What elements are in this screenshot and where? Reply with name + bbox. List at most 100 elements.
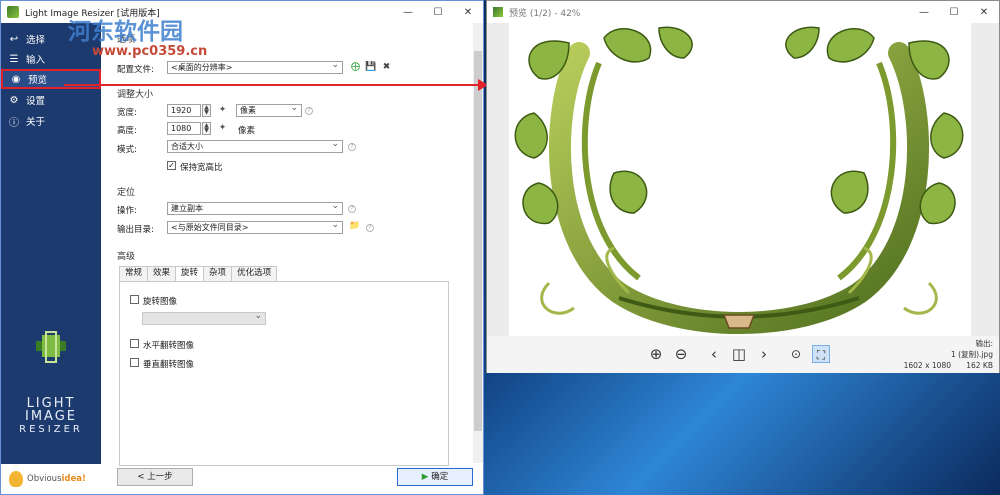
- rotate-angle-select[interactable]: [142, 311, 266, 325]
- wreath-illustration: [514, 26, 964, 334]
- preview-window: 预览 (1/2) - 42% — ☐ ✕ ⊕ ⊖ ‹ ◫ › ⊙ ⛶ 输出: 1…: [486, 0, 1000, 373]
- rotate-checkbox[interactable]: [130, 295, 139, 304]
- flip-horizontal-checkbox[interactable]: [130, 339, 139, 348]
- preview-image[interactable]: [509, 23, 971, 336]
- sidebar-item-label: 预览: [28, 75, 48, 86]
- file-size: 162 KB: [966, 361, 993, 370]
- vendor-name-suffix: idea!: [61, 474, 86, 484]
- sidebar: ↩ 选择 ☰ 输入 ◉ 预览 ⚙ 设置 ⓘ 关于 LIGHT IMAGE RES…: [1, 23, 101, 494]
- prev-icon[interactable]: ‹: [705, 345, 723, 363]
- lightbulb-icon: [9, 471, 23, 487]
- compare-icon[interactable]: ◫: [730, 345, 748, 363]
- rotate-label: 旋转图像: [143, 297, 178, 307]
- sidebar-item-preview[interactable]: ◉ 预览: [1, 69, 101, 89]
- output-label: 输出:: [975, 339, 993, 348]
- fit-icon[interactable]: ⛶: [812, 345, 830, 363]
- height-unit-label: 像素: [238, 126, 256, 136]
- vendor-name: Obvious: [27, 474, 62, 484]
- tab-optimize[interactable]: 优化选项: [231, 266, 278, 281]
- tab-misc[interactable]: 杂项: [203, 266, 233, 281]
- minimize-button[interactable]: —: [393, 1, 423, 23]
- profile-select[interactable]: <桌面的分辨率>: [167, 60, 343, 74]
- minimize-button[interactable]: —: [909, 1, 939, 23]
- gear-icon: ⚙: [9, 94, 19, 106]
- magic-wand-icon[interactable]: ✦: [217, 123, 228, 134]
- unit-select[interactable]: 像素: [236, 103, 302, 117]
- logo-mark-icon: [36, 331, 66, 363]
- mode-label: 模式:: [117, 145, 137, 155]
- keep-ratio-label: 保持宽高比: [180, 163, 223, 173]
- sidebar-item-about[interactable]: ⓘ 关于: [1, 111, 101, 131]
- magic-wand-icon[interactable]: ✦: [217, 105, 228, 116]
- width-input[interactable]: 1920: [167, 104, 201, 117]
- action-select[interactable]: 建立副本: [167, 201, 343, 215]
- options-panel: 选项 配置文件: <桌面的分辨率> ⨁ 💾 ✖ 调整大小 宽度: 1920 ▲▼…: [101, 23, 473, 494]
- height-input[interactable]: 1080: [167, 122, 201, 135]
- maximize-button[interactable]: ☐: [939, 1, 969, 23]
- sidebar-item-label: 设置: [26, 96, 46, 107]
- maximize-button[interactable]: ☐: [423, 1, 453, 23]
- app-icon: [493, 7, 503, 17]
- save-icon[interactable]: 💾: [365, 62, 376, 73]
- logo-line-2: IMAGE: [24, 409, 77, 424]
- play-icon: ▶: [421, 472, 429, 482]
- sidebar-item-label: 选择: [26, 35, 46, 46]
- advanced-tabs: 常规 效果 旋转 杂项 优化选项: [119, 266, 278, 282]
- close-button[interactable]: ✕: [453, 1, 483, 23]
- info-icon: ⓘ: [9, 117, 19, 129]
- scrollbar-thumb[interactable]: [474, 51, 482, 431]
- rotate-tab-panel: 旋转图像 水平翻转图像 垂直翻转图像: [119, 281, 449, 466]
- eye-icon: ◉: [11, 73, 21, 85]
- watermark-text: 河东软件园: [68, 18, 183, 45]
- preview-toolbar: ⊕ ⊖ ‹ ◫ › ⊙ ⛶ 输出: 1 (复制).jpg 1602 x 1080…: [487, 336, 999, 373]
- zoom-in-icon[interactable]: ⊕: [647, 345, 665, 363]
- mode-select[interactable]: 合适大小: [167, 139, 343, 153]
- main-window: Light Image Resizer [试用版本] — ☐ ✕ ↩ 选择 ☰ …: [0, 0, 484, 495]
- zoom-out-icon[interactable]: ⊖: [672, 345, 690, 363]
- sidebar-item-label: 输入: [26, 55, 46, 66]
- close-button[interactable]: ✕: [969, 1, 999, 23]
- profile-label: 配置文件:: [117, 65, 154, 75]
- preview-title: 预览 (1/2) - 42%: [509, 8, 581, 19]
- folder-icon[interactable]: 📁: [349, 221, 360, 232]
- list-icon: ☰: [9, 53, 19, 65]
- tab-rotate[interactable]: 旋转: [175, 266, 205, 282]
- back-icon: ↩: [9, 33, 19, 45]
- tab-general[interactable]: 常规: [119, 266, 149, 281]
- preview-right-margin: [971, 23, 999, 336]
- flip-horizontal-label: 水平翻转图像: [143, 341, 195, 351]
- ok-button[interactable]: ▶ 确定: [397, 468, 473, 486]
- actual-size-icon[interactable]: ⊙: [787, 345, 805, 363]
- sidebar-item-settings[interactable]: ⚙ 设置: [1, 90, 101, 110]
- preview-titlebar[interactable]: 预览 (1/2) - 42% — ☐ ✕: [487, 1, 999, 23]
- delete-icon[interactable]: ✖: [381, 62, 392, 73]
- ok-button-label: 确定: [431, 472, 449, 482]
- flip-vertical-checkbox[interactable]: [130, 358, 139, 367]
- resize-header: 调整大小: [117, 90, 154, 100]
- output-dir-select[interactable]: <与原始文件同目录>: [167, 220, 343, 234]
- product-logo: LIGHT IMAGE RESIZER: [1, 331, 101, 436]
- next-icon[interactable]: ›: [755, 345, 773, 363]
- width-label: 宽度:: [117, 108, 137, 118]
- position-header: 定位: [117, 188, 136, 198]
- height-label: 高度:: [117, 126, 137, 136]
- keep-ratio-checkbox[interactable]: ✓: [167, 161, 176, 170]
- output-filename: 1 (复制).jpg: [951, 350, 993, 359]
- tab-effects[interactable]: 效果: [147, 266, 177, 281]
- help-icon[interactable]: ?: [348, 143, 356, 151]
- watermark-url: www.pc0359.cn: [92, 44, 208, 59]
- add-profile-icon[interactable]: ⨁: [350, 62, 361, 73]
- app-icon: [7, 6, 19, 18]
- annotation-arrow-line: [64, 84, 480, 86]
- back-button[interactable]: < 上一步: [117, 468, 193, 486]
- width-spinner[interactable]: ▲ ▼: [202, 104, 211, 117]
- sidebar-item-label: 关于: [26, 117, 46, 128]
- sidebar-item-input[interactable]: ☰ 输入: [1, 49, 101, 69]
- help-icon[interactable]: ?: [366, 224, 374, 232]
- preview-left-margin: [487, 23, 509, 336]
- vendor-logo[interactable]: Obvious idea!: [1, 464, 101, 494]
- logo-line-3: RESIZER: [19, 424, 83, 435]
- help-icon[interactable]: ?: [305, 107, 313, 115]
- help-icon[interactable]: ?: [348, 205, 356, 213]
- height-spinner[interactable]: ▲ ▼: [202, 122, 211, 135]
